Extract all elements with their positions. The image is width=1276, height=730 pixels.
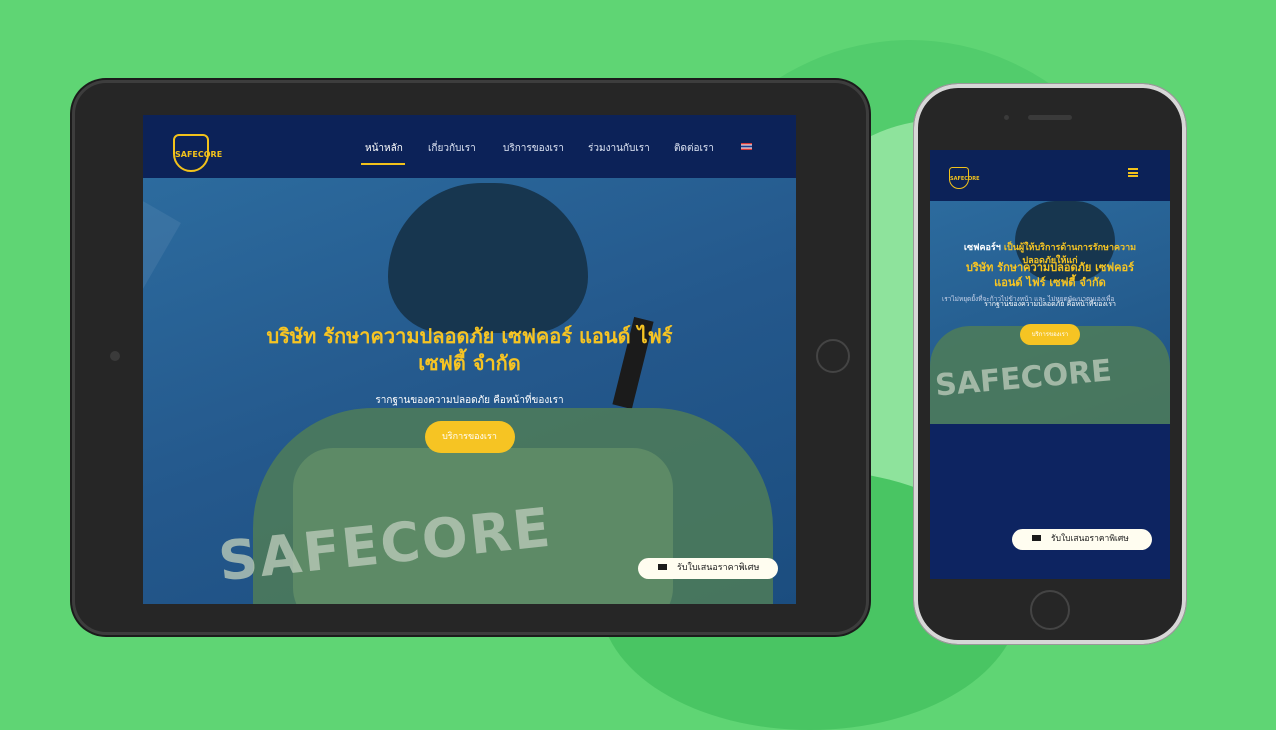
tablet-home-button [816,339,850,373]
mobile-about-body: เราไม่หยุดยั้งที่จะก้าวไปข้างหน้า และ ไม… [942,295,1115,303]
mobile-about-section [930,424,1170,579]
thai-flag-icon[interactable] [741,143,752,150]
mobile-about-title-prefix: เซฟคอร์ฯ [963,243,1001,253]
site-header: SAFECORE หน้าหลัก เกี่ยวกับเรา บริการของ… [143,115,796,178]
our-services-button[interactable]: บริการของเรา [424,421,515,453]
hero-subtitle: รากฐานของความปลอดภัย คือหน้าที่ของเรา [375,395,564,406]
mobile-about-title-highlight: เป็นผู้ให้บริการด้านการรักษาความ [1003,243,1137,253]
nav-item-about[interactable]: เกี่ยวกับเรา [428,141,476,156]
phone-home-button [1030,590,1070,630]
tablet-screen: SAFECORE หน้าหลัก เกี่ยวกับเรา บริการของ… [143,115,796,604]
mobile-header: SAFECORE [930,150,1170,201]
tablet-device: SAFECORE หน้าหลัก เกี่ยวกับเรา บริการของ… [72,80,869,635]
hero-title-line-2: เซฟตี้ จำกัด [418,351,521,375]
nav-item-services[interactable]: บริการของเรา [503,141,564,156]
mobile-our-services-button[interactable]: บริการของเรา [1020,324,1080,345]
hero-section: SAFECORE บริษัท รักษาความปลอดภัย เซฟคอร์… [143,178,796,604]
mobile-about-title-line-2: ปลอดภัยให้แก่ [1022,256,1078,266]
hero-content: บริษัท รักษาความปลอดภัย เซฟคอร์ แอนด์ ไฟ… [143,323,796,453]
hero-title-line-1: บริษัท รักษาความปลอดภัย เซฟคอร์ แอนด์ ไฟ… [266,324,673,348]
nav-item-contact[interactable]: ติดต่อเรา [674,141,714,156]
tablet-camera [110,351,120,361]
request-quote-label: รับใบเสนอราคาพิเศษ [677,563,760,573]
request-quote-button[interactable]: รับใบเสนอราคาพิเศษ [638,558,778,579]
phone-device: SAFECORE SAFECORE บริษัท รักษาความปลอดภั… [914,84,1186,644]
mobile-about-title: เซฟคอร์ฯ เป็นผู้ให้บริการด้านการรักษาควา… [942,242,1158,268]
mobile-request-quote-button[interactable]: รับใบเสนอราคาพิเศษ [1012,529,1152,550]
hamburger-menu-icon[interactable] [1128,168,1138,177]
phone-screen: SAFECORE SAFECORE บริษัท รักษาความปลอดภั… [930,150,1170,579]
hero-title: บริษัท รักษาความปลอดภัย เซฟคอร์ แอนด์ ไฟ… [143,323,796,377]
phone-camera [1004,115,1009,120]
nav-item-careers[interactable]: ร่วมงานกับเรา [588,141,650,156]
envelope-icon [658,564,667,570]
nav-item-home[interactable]: หน้าหลัก [365,141,403,156]
mobile-hero-section: SAFECORE บริษัท รักษาความปลอดภัย เซฟคอร์… [930,201,1170,424]
envelope-icon [1032,535,1041,541]
nav-active-underline [361,163,405,165]
safecore-logo[interactable]: SAFECORE [173,134,222,172]
mobile-hero-title-line-2: แอนด์ ไฟร์ เซฟตี้ จำกัด [994,276,1106,289]
safecore-logo-mobile[interactable]: SAFECORE [949,167,980,189]
mobile-request-quote-label: รับใบเสนอราคาพิเศษ [1051,534,1129,544]
phone-speaker [1028,115,1072,120]
hero-guard-cap [388,183,588,333]
